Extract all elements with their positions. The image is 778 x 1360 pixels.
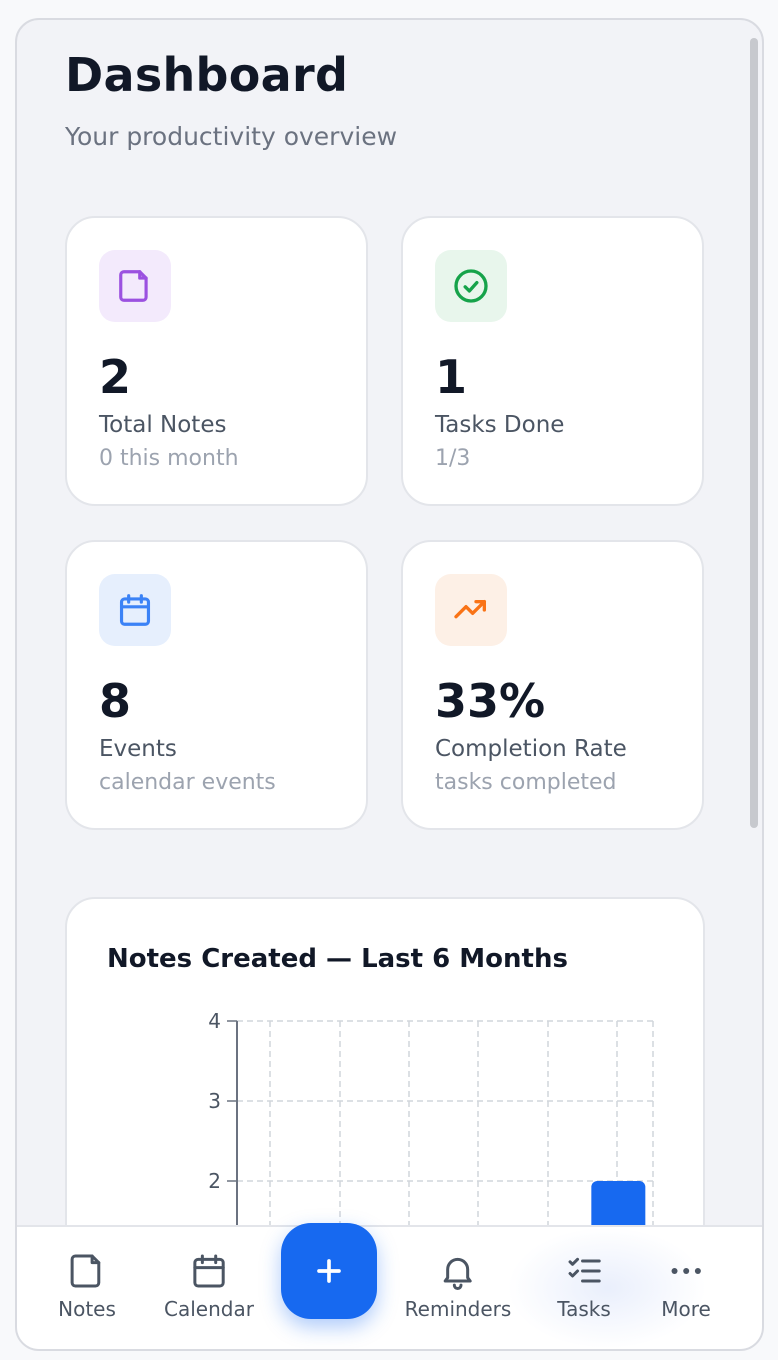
trending-up-icon: [435, 574, 507, 646]
nav-item-notes[interactable]: Notes: [58, 1251, 116, 1321]
stat-value: 2: [99, 350, 132, 404]
nav-item-reminders[interactable]: Reminders: [404, 1251, 512, 1321]
plus-icon: [317, 1259, 341, 1283]
calendar-icon: [99, 574, 171, 646]
stat-card-tasks-done[interactable]: 1 Tasks Done 1/3: [401, 216, 704, 506]
more-icon: [671, 1268, 701, 1274]
nav-item-tasks[interactable]: Tasks: [557, 1251, 611, 1321]
bell-icon: [443, 1257, 472, 1290]
bottom-nav: Notes Calendar Reminders Tasks More: [17, 1223, 762, 1349]
note-icon: [70, 1254, 101, 1288]
y-tick-label: 2: [208, 1169, 221, 1193]
calendar-icon: [193, 1254, 225, 1288]
app-window: Dashboard Your productivity overview 2 T…: [15, 18, 764, 1351]
nav-item-calendar[interactable]: Calendar: [164, 1251, 254, 1321]
stat-sublabel: 1/3: [435, 446, 471, 471]
nav-label: Tasks: [557, 1297, 611, 1321]
check-circle-icon: [435, 250, 507, 322]
stat-label: Completion Rate: [435, 736, 627, 762]
checklist-icon: [568, 1257, 601, 1283]
stat-card-completion-rate[interactable]: 33% Completion Rate tasks completed: [401, 540, 704, 830]
stat-sublabel: tasks completed: [435, 770, 617, 795]
stat-value: 33%: [435, 674, 546, 728]
stat-label: Tasks Done: [435, 412, 565, 438]
note-icon: [99, 250, 171, 322]
page-header: Dashboard Your productivity overview: [65, 48, 397, 151]
stat-label: Total Notes: [99, 412, 227, 438]
nav-label: Notes: [58, 1297, 116, 1321]
y-tick-label: 4: [208, 1009, 221, 1033]
stat-sublabel: calendar events: [99, 770, 276, 795]
stat-card-events[interactable]: 8 Events calendar events: [65, 540, 368, 830]
scrollbar[interactable]: [750, 38, 758, 828]
stat-label: Events: [99, 736, 177, 762]
nav-label: Reminders: [404, 1297, 512, 1321]
stat-value: 1: [435, 350, 468, 404]
stat-value: 8: [99, 674, 132, 728]
stat-sublabel: 0 this month: [99, 446, 239, 471]
nav-item-more[interactable]: More: [661, 1251, 711, 1321]
nav-label: Calendar: [164, 1297, 254, 1321]
stat-card-total-notes[interactable]: 2 Total Notes 0 this month: [65, 216, 368, 506]
add-button[interactable]: [281, 1223, 377, 1319]
nav-label: More: [661, 1297, 711, 1321]
page-subtitle: Your productivity overview: [65, 122, 398, 151]
page-title: Dashboard: [65, 48, 349, 102]
y-tick-label: 3: [208, 1089, 221, 1113]
